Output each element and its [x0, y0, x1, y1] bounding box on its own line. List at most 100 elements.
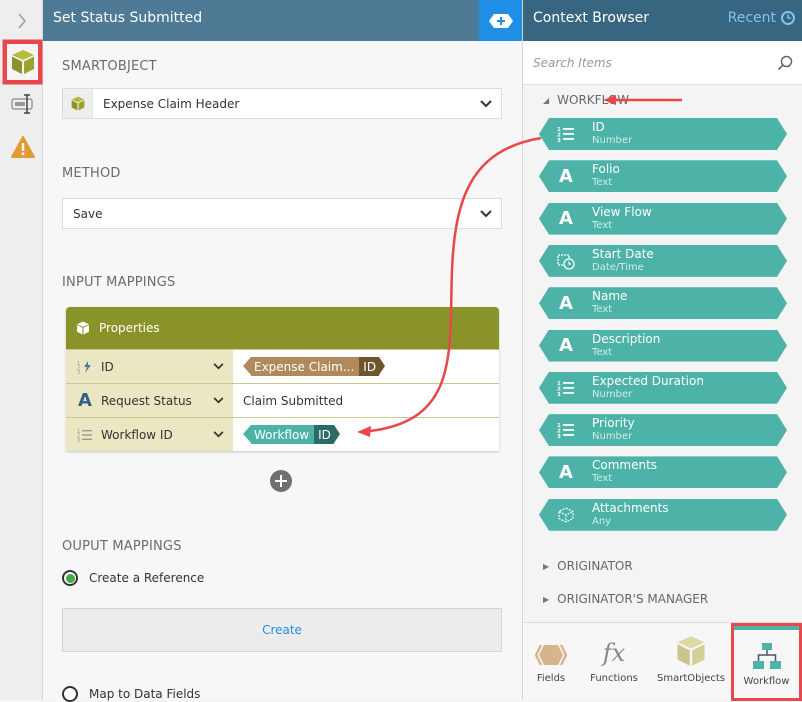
- dock-toggle-button[interactable]: [479, 0, 522, 41]
- rename-button[interactable]: [10, 93, 36, 115]
- group-workflow[interactable]: ◢ WORKFLOW: [543, 93, 629, 107]
- group-originator[interactable]: ▶ ORIGINATOR: [543, 559, 633, 573]
- mapping-value[interactable]: Claim Submitted: [233, 384, 499, 417]
- group-label: ORIGINATOR: [557, 559, 633, 573]
- search-bar: [523, 41, 802, 85]
- text-icon: A: [78, 390, 92, 411]
- method-value: Save: [73, 206, 103, 221]
- context-item-folio[interactable]: A Folio Text: [539, 160, 787, 193]
- tab-label: Fields: [536, 673, 566, 684]
- context-browser: Context Browser Recent ◢ WORKFLOW 123IDN…: [522, 0, 802, 701]
- tab-label: Functions: [590, 673, 638, 684]
- smartobject-cube-icon: [71, 96, 84, 111]
- mapping-property-name: Workflow ID: [101, 427, 173, 442]
- mapping-value[interactable]: Expense Claim... ID: [233, 350, 499, 383]
- context-item-id[interactable]: 1 2 3 ID Number: [539, 118, 787, 150]
- item-name: Comments: [592, 458, 658, 473]
- context-item-start-date[interactable]: Start Date Date/Time: [539, 244, 787, 277]
- item-type: Text: [592, 219, 613, 231]
- context-item-description[interactable]: A Description Text: [539, 329, 787, 362]
- context-item-comments[interactable]: A Comments Text: [539, 456, 787, 489]
- radio-create-reference[interactable]: [62, 570, 78, 586]
- context-item-priority[interactable]: 1 2 3 Priority Number: [539, 414, 787, 447]
- functions-icon: fx: [602, 639, 626, 667]
- workflow-id-chip[interactable]: Workflow ID: [243, 425, 340, 444]
- chip-source: Expense Claim...: [251, 357, 360, 376]
- item-type: Date/Time: [592, 261, 644, 273]
- item-name: ID: [592, 120, 605, 134]
- add-mapping-button[interactable]: [270, 470, 292, 492]
- group-label: WORKFLOW: [557, 93, 630, 107]
- item-name: Name: [592, 289, 628, 304]
- mapping-property-name: Request Status: [101, 393, 192, 408]
- chevron-down-icon[interactable]: [203, 397, 233, 404]
- context-item-attachments[interactable]: Attachments Any: [539, 498, 787, 531]
- smartobject-value: Expense Claim Header: [103, 96, 240, 111]
- item-type: Text: [592, 304, 613, 316]
- panel-header: Set Status Submitted: [43, 0, 522, 41]
- tab-functions[interactable]: fx Functions: [583, 623, 645, 701]
- expense-claim-id-chip[interactable]: Expense Claim... ID: [243, 357, 386, 376]
- chevron-right-icon: [17, 13, 26, 28]
- context-item-name[interactable]: A Name Text: [539, 287, 787, 320]
- mapping-row: A Request Status Claim Submitted: [66, 383, 499, 417]
- search-icon[interactable]: [777, 55, 793, 71]
- svg-text:3: 3: [557, 434, 561, 438]
- item-name: Folio: [592, 162, 620, 177]
- chevron-down-icon[interactable]: [471, 99, 501, 108]
- mapping-value[interactable]: Workflow ID: [233, 418, 499, 451]
- number-icon: 123: [551, 118, 581, 150]
- properties-header-label: Properties: [99, 321, 160, 335]
- item-name: Priority: [592, 416, 635, 431]
- tab-fields[interactable]: Fields: [523, 623, 579, 701]
- left-rail: [0, 0, 43, 700]
- smartobject-tab-button[interactable]: [4, 41, 41, 83]
- tab-smartobjects[interactable]: SmartObjects: [655, 623, 727, 701]
- dock-plus-icon: [488, 13, 513, 28]
- warning-icon: [11, 136, 35, 158]
- item-name: Description: [592, 331, 661, 346]
- rename-icon: [11, 94, 33, 114]
- radio-label: Map to Data Fields: [89, 687, 201, 701]
- caret-collapsed-icon: ▶: [543, 561, 550, 571]
- chevron-down-icon[interactable]: [203, 431, 233, 438]
- context-browser-title: Context Browser: [533, 10, 650, 26]
- step-config-panel: Set Status Submitted SMARTOBJECT Expense…: [43, 0, 522, 702]
- item-type: Text: [592, 473, 613, 485]
- item-type: Number: [592, 135, 633, 146]
- expand-button[interactable]: [0, 0, 43, 41]
- context-browser-header: Context Browser Recent: [523, 0, 802, 41]
- properties-header: Properties: [66, 307, 499, 349]
- smartobject-select[interactable]: Expense Claim Header: [62, 88, 502, 119]
- item-name: Start Date: [592, 246, 654, 261]
- group-label: ORIGINATOR'S MANAGER: [557, 592, 709, 606]
- create-button[interactable]: Create: [62, 608, 502, 652]
- tab-workflow[interactable]: Workflow: [731, 623, 802, 701]
- search-input[interactable]: [533, 55, 777, 70]
- recent-button[interactable]: Recent: [728, 10, 795, 26]
- number-icon: 123: [551, 372, 581, 404]
- chip-field: ID: [359, 357, 380, 376]
- step-title: Set Status Submitted: [53, 10, 203, 26]
- smartobjects-icon: [677, 636, 705, 666]
- method-label: METHOD: [62, 166, 121, 181]
- group-originators-manager[interactable]: ▶ ORIGINATOR'S MANAGER: [543, 592, 708, 606]
- smartobject-label: SMARTOBJECT: [62, 59, 157, 74]
- item-type: Number: [592, 431, 633, 443]
- chevron-down-icon[interactable]: [471, 209, 501, 218]
- caret-collapsed-icon: ▶: [543, 594, 550, 604]
- mapping-property-name: ID: [101, 359, 114, 374]
- clock-icon: [781, 11, 795, 25]
- context-item-view-flow[interactable]: A View Flow Text: [539, 202, 787, 235]
- context-item-expected-duration[interactable]: 1 2 3 Expected Duration Number: [539, 371, 787, 404]
- create-reference-option[interactable]: Create a Reference: [62, 570, 204, 586]
- chevron-down-icon[interactable]: [203, 363, 233, 370]
- item-type: Text: [592, 177, 613, 189]
- mapping-row: 123 ID Expense Claim... ID: [66, 349, 499, 383]
- chip-field: ID: [314, 425, 334, 444]
- svg-text:3: 3: [77, 370, 80, 374]
- method-select[interactable]: Save: [62, 198, 502, 229]
- warnings-button[interactable]: [10, 134, 36, 160]
- smartobject-cube-icon: [11, 50, 34, 74]
- svg-text:3: 3: [557, 392, 561, 396]
